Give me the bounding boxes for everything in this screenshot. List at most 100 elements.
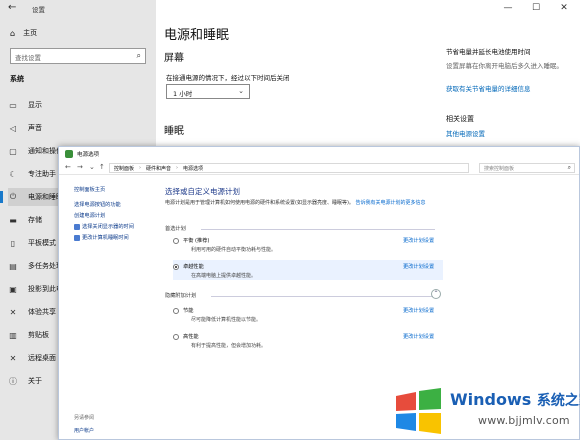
site-watermark: Windows 系统之家 www.bjjmlv.com bbox=[392, 386, 580, 440]
watermark-brand-en: Windows bbox=[450, 390, 532, 409]
plan-ultimate[interactable]: 卓越性能 在高端电脑上提供卓越性能。 更改计划设置 bbox=[173, 260, 443, 280]
watermark-brand-cn: 系统之家 bbox=[536, 393, 580, 409]
sleep-heading: 睡眠 bbox=[164, 126, 184, 137]
screen-timeout-label: 在接通电源的情况下，经过以下时间后关闭 bbox=[166, 74, 290, 82]
nav-item-sound[interactable]: ◁ 声音 bbox=[8, 119, 156, 137]
up-icon[interactable]: ↑ bbox=[99, 163, 105, 171]
moon-icon: ☾ bbox=[9, 169, 17, 179]
cp-link-display-off[interactable]: 选择关闭显示器的时间 bbox=[74, 223, 134, 230]
preferred-plans-label: 首选计划 bbox=[165, 226, 186, 232]
plan-name: 平衡 (推荐) bbox=[183, 238, 210, 244]
storage-icon: ▬ bbox=[9, 215, 17, 225]
battery-tip-title: 节省电量并延长电池使用时间 bbox=[446, 48, 531, 56]
change-plan-settings-link[interactable]: 更改计划设置 bbox=[403, 307, 434, 314]
cp-link-label: 选择关闭显示器的时间 bbox=[82, 224, 134, 230]
info-icon: ⓘ bbox=[9, 376, 17, 386]
hidden-plans-label: 隐藏附加计划 bbox=[165, 293, 197, 299]
chevron-down-icon[interactable]: ⌄ bbox=[89, 163, 95, 171]
settings-search-input[interactable]: 查找设置 ⌕ bbox=[10, 48, 146, 64]
cp-window-title: 电源选项 bbox=[77, 152, 100, 158]
watermark-url: www.bjjmlv.com bbox=[478, 414, 570, 427]
windows-logo-icon bbox=[396, 388, 441, 434]
plan-desc: 利用可用的硬件自动平衡功耗与性能。 bbox=[191, 247, 277, 253]
other-power-settings-link[interactable]: 其他电源设置 bbox=[446, 128, 485, 138]
nav-item-label: 平板模式 bbox=[28, 239, 56, 247]
change-plan-settings-link[interactable]: 更改计划设置 bbox=[403, 237, 434, 244]
back-arrow-icon[interactable]: ← bbox=[8, 2, 16, 13]
battery-tip-desc: 设置屏幕在你离开电脑后多久进入睡眠。 bbox=[446, 62, 563, 70]
share-icon: ✕ bbox=[9, 307, 17, 317]
page-title: 电源和睡眠 bbox=[164, 28, 230, 43]
plan-desc: 在高端电脑上提供卓越性能。 bbox=[191, 273, 257, 279]
plan-radio[interactable] bbox=[173, 308, 179, 314]
plan-name: 节能 bbox=[183, 308, 194, 314]
speaker-icon: ◁ bbox=[9, 123, 17, 133]
breadcrumb[interactable]: 控制面板 › 硬件和声音 › 电源选项 bbox=[109, 163, 469, 173]
cp-address-bar: ← → ⌄ ↑ 控制面板 › 硬件和声音 › 电源选项 搜索控制面板 ⌕ bbox=[59, 161, 579, 175]
change-plan-settings-link[interactable]: 更改计划设置 bbox=[403, 263, 434, 270]
nav-item-label: 存储 bbox=[28, 216, 42, 224]
breadcrumb-item[interactable]: 控制面板 bbox=[114, 165, 134, 172]
back-icon[interactable]: ← bbox=[65, 163, 71, 171]
chevron-right-icon: › bbox=[176, 165, 179, 171]
cp-heading: 选择或自定义电源计划 bbox=[165, 187, 240, 196]
section-divider bbox=[211, 296, 433, 297]
system-section-label: 系统 bbox=[10, 75, 24, 83]
monitor-icon: ▭ bbox=[9, 100, 17, 110]
remote-icon: ✕ bbox=[9, 353, 17, 363]
shield-icon bbox=[74, 223, 80, 230]
change-plan-settings-link[interactable]: 更改计划设置 bbox=[403, 333, 434, 340]
related-settings-title: 相关设置 bbox=[446, 115, 474, 123]
screen-timeout-dropdown[interactable]: 1 小时 ⌄ bbox=[166, 84, 250, 99]
cp-search-placeholder: 搜索控制面板 bbox=[484, 166, 515, 172]
shield-icon bbox=[74, 234, 80, 241]
search-placeholder: 查找设置 bbox=[15, 54, 41, 62]
plan-name: 卓越性能 bbox=[183, 264, 204, 270]
cp-link-power-button[interactable]: 选择电源按钮的功能 bbox=[74, 201, 121, 208]
cp-link-sleep-time[interactable]: 更改计算机睡眠时间 bbox=[74, 234, 129, 241]
cp-intro-link[interactable]: 告诉我有关电源计划的更多信息 bbox=[356, 200, 426, 206]
plan-radio[interactable] bbox=[173, 264, 179, 270]
settings-window-title: 设置 bbox=[32, 6, 45, 14]
chevron-right-icon: › bbox=[139, 165, 142, 171]
cp-link-create-plan[interactable]: 创建电源计划 bbox=[74, 212, 105, 219]
cp-left-pane: 控制面板主页 选择电源按钮的功能 创建电源计划 选择关闭显示器的时间 更改计算机… bbox=[59, 176, 149, 439]
watermark-brand: Windows 系统之家 bbox=[450, 390, 580, 410]
power-options-icon bbox=[65, 150, 73, 158]
nav-item-label: 体验共享 bbox=[28, 308, 56, 316]
plan-desc: 有利于提高性能，但会增加功耗。 bbox=[191, 343, 267, 349]
nav-home[interactable]: ⌂ 主页 bbox=[10, 28, 37, 38]
plan-balanced[interactable]: 平衡 (推荐) 利用可用的硬件自动平衡功耗与性能。 更改计划设置 bbox=[173, 234, 443, 254]
clipboard-icon: ▥ bbox=[9, 330, 17, 340]
plan-power-saver[interactable]: 节能 尽可能降低计算机性能以节能。 更改计划设置 bbox=[173, 304, 443, 324]
settings-main: 电源和睡眠 屏幕 在接通电源的情况下，经过以下时间后关闭 1 小时 ⌄ 睡眠 节… bbox=[156, 0, 580, 150]
project-icon: ▣ bbox=[9, 284, 17, 294]
screen-timeout-value: 1 小时 bbox=[173, 90, 193, 98]
nav-item-label: 关于 bbox=[28, 377, 42, 385]
cp-home-link[interactable]: 控制面板主页 bbox=[74, 186, 105, 193]
plan-high-performance[interactable]: 高性能 有利于提高性能，但会增加功耗。 更改计划设置 bbox=[173, 330, 443, 350]
tablet-icon: ▯ bbox=[10, 238, 16, 248]
cp-titlebar: 电源选项 bbox=[59, 147, 579, 161]
search-icon[interactable]: ⌕ bbox=[568, 164, 571, 172]
see-also-label: 另请参阅 bbox=[74, 415, 95, 421]
nav-home-label: 主页 bbox=[23, 29, 38, 37]
nav-item-label: 远程桌面 bbox=[28, 354, 56, 362]
cp-intro-text: 电源计划是用于管理计算机如何使用电源的硬件和系统设置(如显示器亮度、睡眠等)。 bbox=[165, 200, 354, 206]
screen-heading: 屏幕 bbox=[164, 53, 184, 64]
power-icon: ⏻ bbox=[9, 192, 17, 201]
search-icon[interactable]: ⌕ bbox=[137, 51, 141, 61]
cp-search-input[interactable]: 搜索控制面板 ⌕ bbox=[479, 163, 575, 173]
user-accounts-link[interactable]: 用户帐户 bbox=[74, 427, 94, 434]
nav-item-display[interactable]: ▭ 显示 bbox=[8, 96, 156, 114]
chevron-down-icon: ⌄ bbox=[238, 87, 244, 95]
breadcrumb-item[interactable]: 电源选项 bbox=[183, 165, 203, 172]
section-divider bbox=[201, 229, 435, 230]
nav-item-label: 显示 bbox=[28, 101, 42, 109]
forward-icon[interactable]: → bbox=[77, 163, 83, 171]
plan-radio[interactable] bbox=[173, 238, 179, 244]
collapse-chevron-icon[interactable]: ⌃ bbox=[431, 289, 441, 299]
battery-tip-link[interactable]: 获取有关节省电量的详细信息 bbox=[446, 83, 531, 93]
plan-radio[interactable] bbox=[173, 334, 179, 340]
breadcrumb-item[interactable]: 硬件和声音 bbox=[146, 165, 171, 172]
